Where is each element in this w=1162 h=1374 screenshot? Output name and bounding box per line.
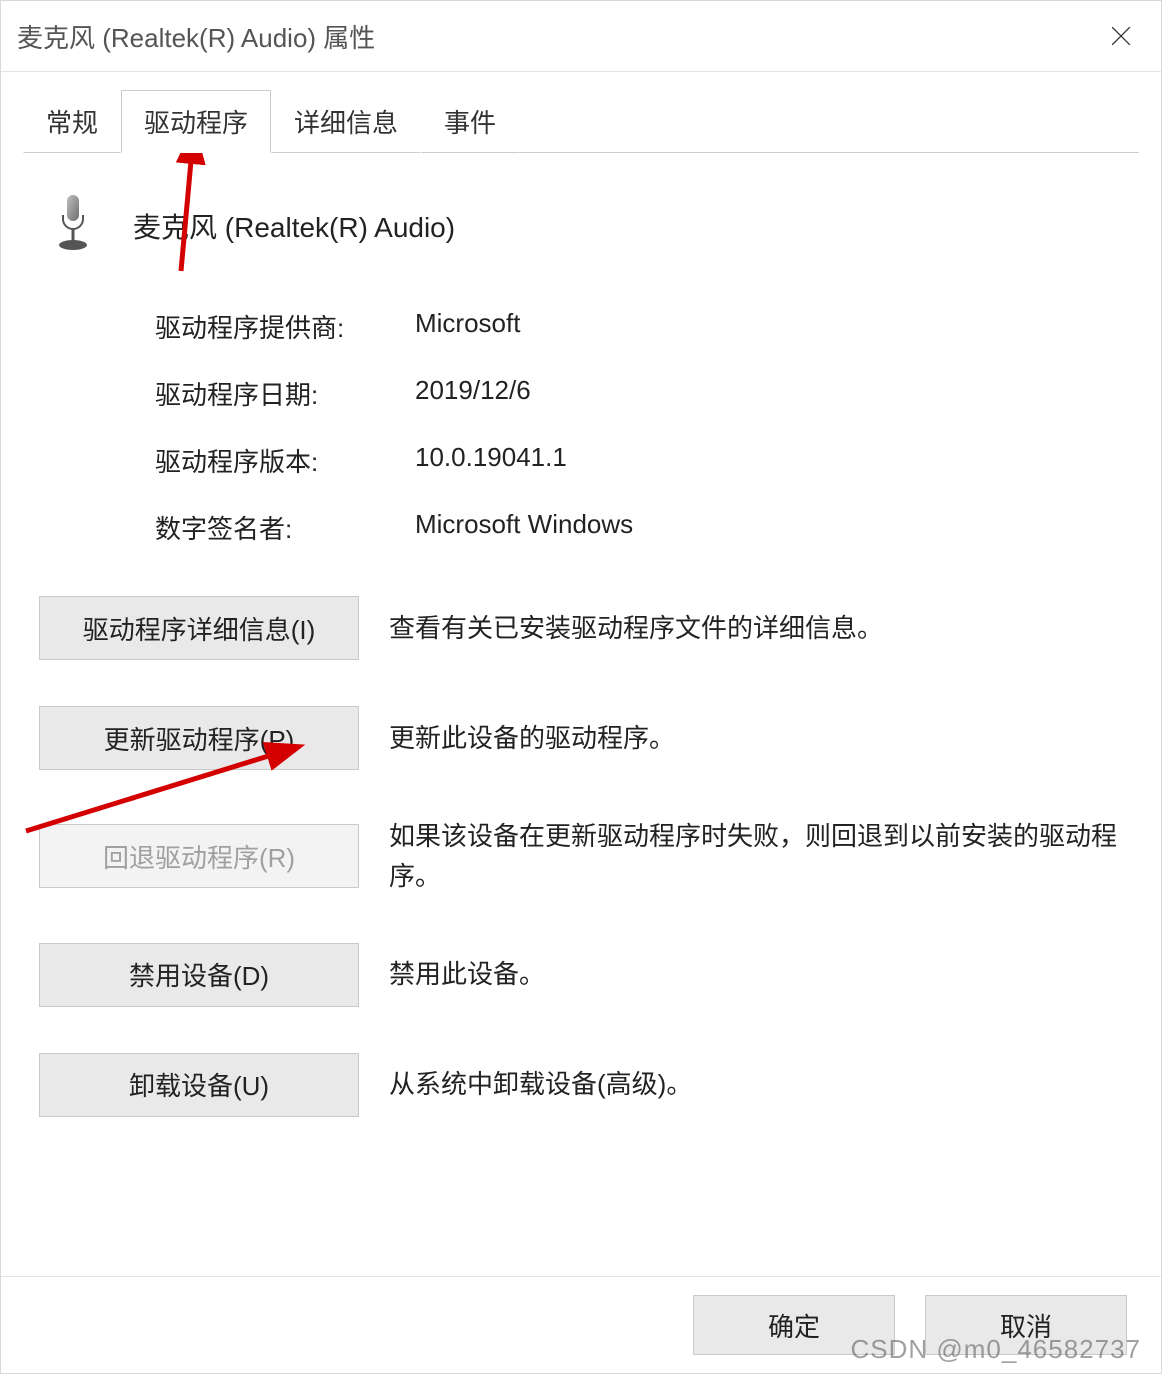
driver-actions: 驱动程序详细信息(I) 查看有关已安装驱动程序文件的详细信息。 更新驱动程序(P… [39, 596, 1123, 1117]
tab-bar: 常规 驱动程序 详细信息 事件 [1, 72, 1161, 153]
disable-device-button[interactable]: 禁用设备(D) [39, 943, 359, 1007]
device-name: 麦克风 (Realtek(R) Audio) [133, 206, 455, 246]
driver-panel: 麦克风 (Realtek(R) Audio) 驱动程序提供商: Microsof… [1, 153, 1161, 1117]
rollback-driver-button: 回退驱动程序(R) [39, 824, 359, 888]
update-driver-button[interactable]: 更新驱动程序(P) [39, 706, 359, 770]
driver-details-button[interactable]: 驱动程序详细信息(I) [39, 596, 359, 660]
tab-events[interactable]: 事件 [421, 90, 519, 153]
driver-properties: 驱动程序提供商: Microsoft 驱动程序日期: 2019/12/6 驱动程… [155, 308, 1123, 546]
uninstall-device-desc: 从系统中卸载设备(高级)。 [389, 1064, 1123, 1104]
date-value: 2019/12/6 [415, 375, 531, 412]
date-label: 驱动程序日期: [155, 375, 415, 412]
microphone-icon [49, 193, 97, 258]
rollback-driver-desc: 如果该设备在更新驱动程序时失败，则回退到以前安装的驱动程序。 [389, 816, 1123, 897]
signer-label: 数字签名者: [155, 509, 415, 546]
row-uninstall-device: 卸载设备(U) 从系统中卸载设备(高级)。 [39, 1053, 1123, 1117]
device-header: 麦克风 (Realtek(R) Audio) [49, 193, 1123, 258]
provider-label: 驱动程序提供商: [155, 308, 415, 345]
row-disable-device: 禁用设备(D) 禁用此设备。 [39, 943, 1123, 1007]
provider-value: Microsoft [415, 308, 520, 345]
row-rollback-driver: 回退驱动程序(R) 如果该设备在更新驱动程序时失败，则回退到以前安装的驱动程序。 [39, 816, 1123, 897]
close-button[interactable] [1091, 11, 1151, 61]
row-driver-details: 驱动程序详细信息(I) 查看有关已安装驱动程序文件的详细信息。 [39, 596, 1123, 660]
driver-details-desc: 查看有关已安装驱动程序文件的详细信息。 [389, 608, 1123, 648]
disable-device-desc: 禁用此设备。 [389, 954, 1123, 994]
window-title: 麦克风 (Realtek(R) Audio) 属性 [17, 18, 375, 55]
prop-signer: 数字签名者: Microsoft Windows [155, 509, 1123, 546]
tab-spacer [519, 90, 1139, 153]
tab-general[interactable]: 常规 [23, 90, 121, 153]
update-driver-desc: 更新此设备的驱动程序。 [389, 718, 1123, 758]
tab-driver[interactable]: 驱动程序 [121, 90, 271, 153]
titlebar: 麦克风 (Realtek(R) Audio) 属性 [1, 1, 1161, 72]
version-label: 驱动程序版本: [155, 442, 415, 479]
version-value: 10.0.19041.1 [415, 442, 567, 479]
prop-version: 驱动程序版本: 10.0.19041.1 [155, 442, 1123, 479]
prop-date: 驱动程序日期: 2019/12/6 [155, 375, 1123, 412]
signer-value: Microsoft Windows [415, 509, 633, 546]
uninstall-device-button[interactable]: 卸载设备(U) [39, 1053, 359, 1117]
tab-details[interactable]: 详细信息 [271, 90, 421, 153]
prop-provider: 驱动程序提供商: Microsoft [155, 308, 1123, 345]
watermark-text: CSDN @m0_46582737 [850, 1334, 1141, 1365]
properties-dialog: 麦克风 (Realtek(R) Audio) 属性 常规 驱动程序 详细信息 事… [0, 0, 1162, 1374]
row-update-driver: 更新驱动程序(P) 更新此设备的驱动程序。 [39, 706, 1123, 770]
close-icon [1110, 25, 1132, 47]
